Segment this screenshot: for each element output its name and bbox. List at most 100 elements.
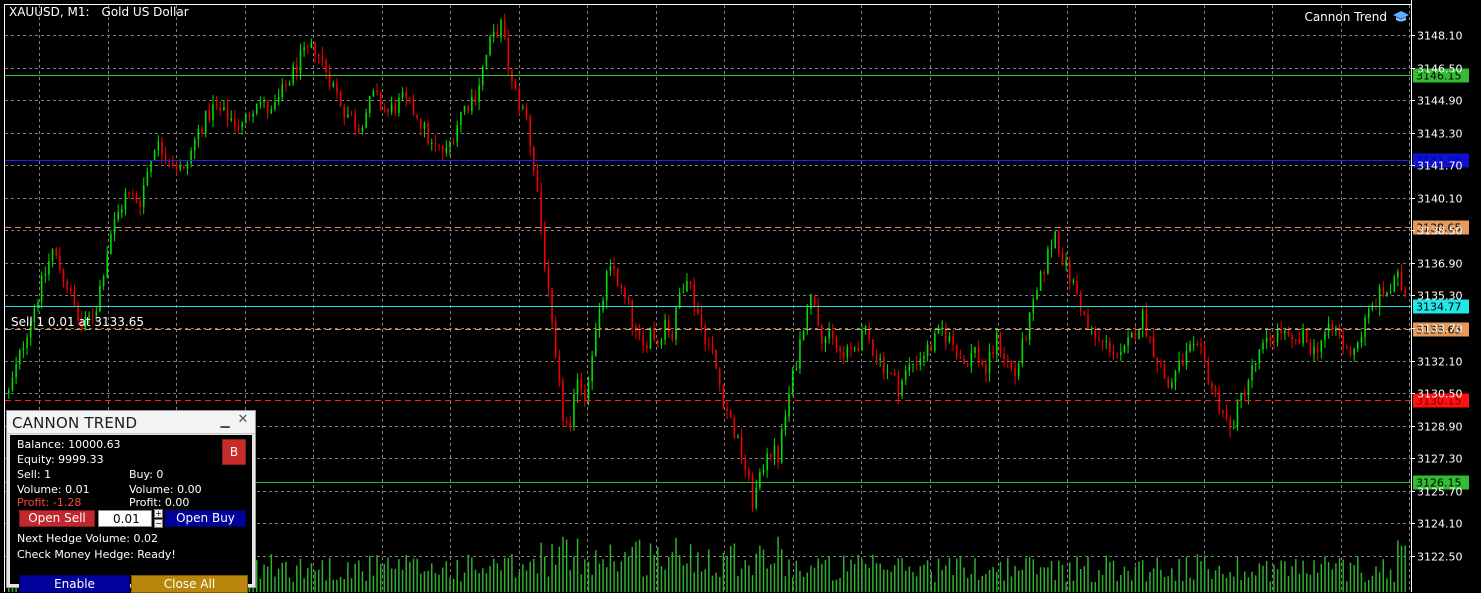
candle-body <box>255 103 258 114</box>
candle-body <box>609 266 612 271</box>
candle-body <box>135 194 138 202</box>
candle-body <box>660 339 663 345</box>
candle-body <box>161 141 163 156</box>
candle-body <box>992 352 994 355</box>
volume-increment-button[interactable]: + <box>154 509 163 518</box>
candle-body <box>1094 328 1097 338</box>
candle-body <box>1185 351 1188 366</box>
candle-body <box>124 192 127 210</box>
candle-body <box>474 97 477 102</box>
volume-input[interactable] <box>98 510 152 527</box>
candle-body <box>569 422 572 427</box>
candle-body <box>1386 292 1388 296</box>
candle-body <box>970 352 973 367</box>
candle-body <box>744 459 747 470</box>
candle-body <box>314 42 316 55</box>
candle-body <box>675 307 677 340</box>
candle-body <box>503 19 506 39</box>
candle-body <box>1327 323 1330 333</box>
candle-body <box>1083 311 1086 315</box>
candle-body <box>1356 342 1359 349</box>
candle-body <box>401 91 404 98</box>
candle-body <box>1378 287 1381 308</box>
candle-body <box>839 347 841 352</box>
candle-body <box>613 266 615 269</box>
candle-body <box>1043 272 1046 275</box>
candle-body <box>219 107 222 111</box>
candle-body <box>620 286 623 289</box>
candle-body <box>770 453 772 457</box>
candle-body <box>409 97 411 99</box>
price-tick-label: 3130.50 <box>1417 388 1463 401</box>
candle-body <box>671 332 674 340</box>
candle-body <box>146 171 149 186</box>
candle-body <box>467 105 469 112</box>
candle-body <box>266 100 269 114</box>
open-buy-button[interactable]: Open Buy <box>165 510 246 527</box>
candle-body <box>554 321 557 356</box>
candle-body <box>372 90 375 97</box>
sell-profit: Profit: -1.28 <box>17 496 82 509</box>
candle-body <box>201 128 203 134</box>
candle-body <box>1240 392 1242 401</box>
candle-body <box>15 364 17 378</box>
candle-body <box>974 347 976 353</box>
enable-button[interactable]: Enable <box>19 575 130 593</box>
candle-body <box>500 19 502 38</box>
candle-body <box>737 436 739 438</box>
price-tick-label: 3128.90 <box>1417 421 1463 434</box>
candle-body <box>722 384 725 409</box>
candle-body <box>915 364 918 366</box>
candle-body <box>277 97 280 102</box>
candle-body <box>766 453 768 470</box>
candle-body <box>1090 328 1093 330</box>
candle-body <box>1174 371 1177 383</box>
candle-body <box>234 118 236 127</box>
sell-count: Sell: 1 <box>17 468 52 481</box>
candle-body <box>875 354 878 361</box>
candle-body <box>1087 314 1089 330</box>
candle-body <box>128 192 130 194</box>
price-tick-label: 3146.50 <box>1417 63 1463 76</box>
candle-body <box>576 379 579 395</box>
candle-body <box>536 170 539 192</box>
candle-body <box>478 84 480 102</box>
candle-body <box>492 31 495 37</box>
price-tick-label: 3140.10 <box>1417 193 1463 206</box>
candle-body <box>853 348 856 350</box>
candle-body <box>587 381 590 402</box>
candle-body <box>245 114 247 123</box>
balance-label: Balance: 10000.63 <box>17 438 121 451</box>
candle-body <box>59 255 61 270</box>
candle-body <box>339 92 342 107</box>
candle-body <box>1269 337 1272 341</box>
price-tick-label: 3127.30 <box>1417 453 1463 466</box>
candle-body <box>988 352 991 374</box>
candle-body <box>1207 361 1210 384</box>
candle-body <box>1284 330 1286 333</box>
candle-body <box>1006 358 1009 361</box>
candle-body <box>456 124 459 142</box>
close-all-button[interactable]: Close All <box>131 575 248 593</box>
candle-body <box>1028 312 1031 341</box>
price-tick-label: 3143.30 <box>1417 128 1463 141</box>
candle-body <box>795 368 798 370</box>
b-button[interactable]: B <box>222 439 246 465</box>
candle-body <box>172 162 174 166</box>
close-icon[interactable]: ✕ <box>237 413 249 426</box>
candle-body <box>321 55 324 61</box>
candle-body <box>704 325 706 344</box>
candle-body <box>1116 353 1118 355</box>
candle-body <box>1127 337 1129 346</box>
volume-spinner: + − <box>154 509 163 528</box>
panel-title-bar[interactable]: CANNON TREND ▁ ✕ <box>7 411 255 434</box>
candle-body <box>434 142 437 145</box>
candle-body <box>642 335 644 346</box>
candle-body <box>1287 330 1290 336</box>
candle-body <box>1302 330 1304 344</box>
candle-body <box>558 355 561 381</box>
minimize-icon[interactable]: ▁ <box>219 415 231 427</box>
open-sell-button[interactable]: Open Sell <box>19 510 95 527</box>
candle-body <box>1036 290 1038 300</box>
volume-decrement-button[interactable]: − <box>154 519 163 528</box>
